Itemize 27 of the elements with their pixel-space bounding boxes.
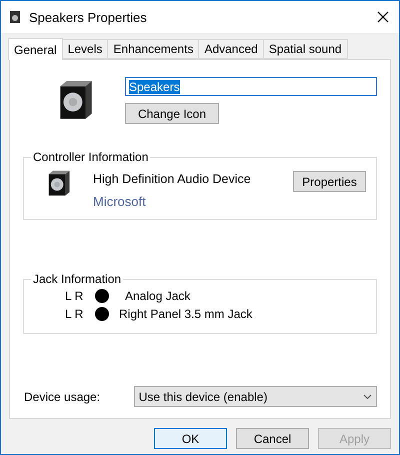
tab[interactable]: Advanced (198, 39, 264, 59)
channel-label: L R (65, 289, 84, 303)
change-icon-button[interactable]: Change Icon (125, 103, 219, 124)
tab[interactable]: Levels (62, 39, 108, 59)
jack-name: Right Panel 3.5 mm Jack (119, 307, 252, 321)
dialog-button[interactable]: Cancel (236, 428, 309, 449)
chevron-down-icon (363, 394, 372, 400)
close-icon[interactable] (377, 11, 389, 23)
dialog-button[interactable]: OK (154, 428, 227, 449)
vendor-name: Microsoft (93, 194, 147, 209)
jack-icon (95, 307, 109, 321)
tab[interactable]: General (8, 38, 63, 60)
speaker-icon (9, 10, 21, 24)
group-legend: Jack Information (31, 272, 124, 286)
channel-label: L R (65, 307, 84, 321)
tab[interactable]: Spatial sound (262, 39, 348, 59)
device-usage-label: Device usage: (24, 390, 102, 404)
tab[interactable]: Enhancements (107, 39, 200, 59)
speaker-icon (46, 170, 71, 196)
window-title: Speakers Properties (29, 10, 148, 24)
properties-button[interactable]: Properties (293, 171, 366, 192)
group-legend: Controller Information (31, 150, 150, 164)
jack-icon (95, 289, 109, 303)
name-field[interactable]: Speakers (125, 77, 377, 96)
device-name: High Definition Audio Device (93, 172, 252, 186)
device-usage-dropdown[interactable]: Use this device (enable) (134, 386, 377, 407)
jack-name: Analog Jack (125, 289, 190, 303)
